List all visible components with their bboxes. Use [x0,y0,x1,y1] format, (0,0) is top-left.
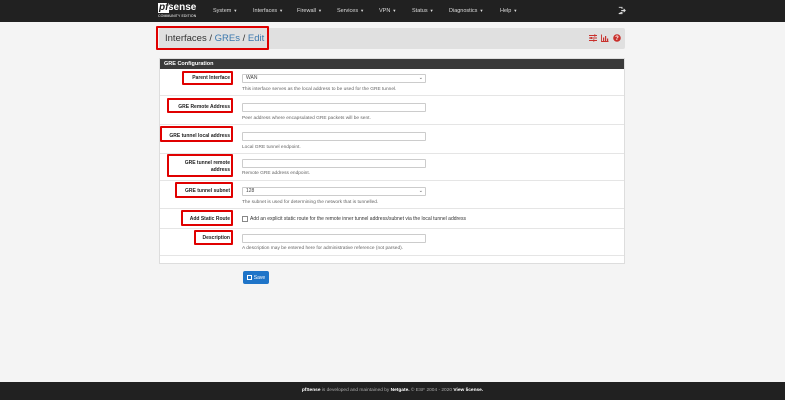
save-label: Save [253,274,266,281]
menu-vpn[interactable]: VPN ▼ [379,0,412,22]
annotation-box-static-route [181,210,233,226]
save-button[interactable]: Save [243,271,269,284]
static-route-text: Add an explicit static route for the rem… [250,216,466,222]
annotation-box-description [194,230,233,245]
menu-label: System [213,8,232,14]
menu-label: Help [500,8,512,14]
description-input[interactable] [242,234,426,243]
local-address-input[interactable] [242,132,426,141]
logo-sense: sense [168,2,197,13]
chevron-down-icon: ⌄ [418,188,423,194]
static-route-option: Add an explicit static route for the rem… [242,216,466,222]
footer-brand: pfSense [301,388,321,393]
caret-down-icon: ▼ [360,8,365,13]
menu-label: Firewall [297,8,316,14]
panel-title: GRE Configuration [160,59,624,69]
logo-edition: COMMUNITY EDITION [158,14,197,18]
menu-label: Interfaces [253,8,278,14]
menu-diagnostics[interactable]: Diagnostics ▼ [449,0,500,22]
tunnel-subnet-help: The subnet is used for determining the n… [242,200,379,205]
caret-down-icon: ▼ [279,8,284,13]
caret-down-icon: ▼ [392,8,397,13]
tunnel-subnet-value: 128 [246,188,255,194]
menu-system[interactable]: System ▼ [213,0,253,22]
menu-services[interactable]: Services ▼ [337,0,379,22]
tunnel-subnet-select[interactable]: 128 ⌄ [242,187,426,196]
menu-status[interactable]: Status ▼ [412,0,449,22]
bar-chart-icon[interactable] [601,34,609,42]
menu-label: Services [337,8,359,14]
remote-address-input[interactable] [242,103,426,112]
caret-down-icon: ▼ [317,8,322,13]
menu-label: VPN [379,8,391,14]
annotation-box-tunnel-subnet [175,182,233,198]
chevron-down-icon: ⌄ [418,75,423,81]
caret-down-icon: ▼ [513,8,518,13]
static-route-checkbox[interactable] [242,216,248,222]
svg-text:?: ? [615,36,619,42]
sliders-icon[interactable] [589,34,597,42]
annotation-box-tunnel-remote [167,154,233,177]
page-actions: ? [589,34,621,42]
parent-interface-value: WAN [246,75,258,81]
local-address-help: Local GRE tunnel endpoint. [242,145,301,150]
footer-license-link[interactable]: View license. [453,388,483,393]
menu-interfaces[interactable]: Interfaces ▼ [253,0,297,22]
logout-icon[interactable] [618,6,626,15]
caret-down-icon: ▼ [429,8,434,13]
help-icon[interactable]: ? [613,34,621,42]
parent-interface-select[interactable]: WAN ⌄ [242,74,426,83]
main-menu: System ▼ Interfaces ▼ Firewall ▼ Services ▼ … [213,0,530,22]
menu-firewall[interactable]: Firewall ▼ [297,0,337,22]
annotation-box-local-address [160,126,233,142]
save-icon [246,275,252,280]
caret-down-icon: ▼ [479,8,484,13]
footer-text: is developed and maintained by [320,388,391,393]
menu-label: Diagnostics [449,8,478,14]
tunnel-remote-help: Remote GRE address endpoint. [242,171,310,176]
footer-copyright: © ESF 2004 - 2020 [409,388,454,393]
footer: pfSense is developed and maintained by N… [0,382,785,400]
menu-help[interactable]: Help ▼ [500,0,530,22]
pfsense-logo[interactable]: pf sense COMMUNITY EDITION [158,3,196,20]
parent-interface-help: This interface serves as the local addre… [242,87,397,92]
annotation-box-remote-address [167,98,233,113]
menu-label: Status [412,8,428,14]
annotation-box-breadcrumb [156,26,269,50]
caret-down-icon: ▼ [233,8,238,13]
remote-address-help: Peer address where encapsulated GRE pack… [242,116,371,121]
top-navbar: pf sense COMMUNITY EDITION System ▼ Inter… [0,0,785,22]
annotation-box-parent-interface [182,71,233,85]
tunnel-remote-input[interactable] [242,159,426,168]
description-help: A description may be entered here for ad… [242,246,404,251]
footer-company-link[interactable]: Netgate. [391,388,410,393]
